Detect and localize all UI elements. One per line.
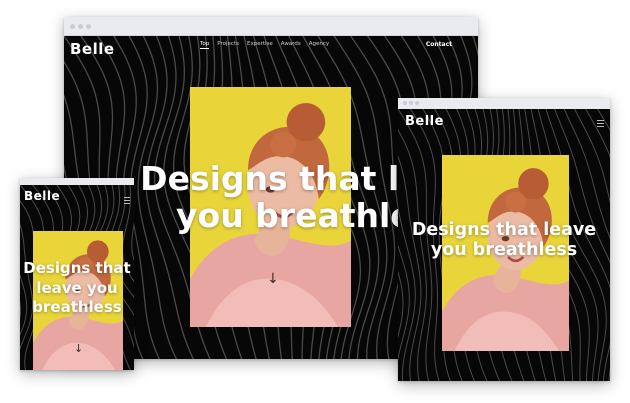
tablet-browser-mockup: Belle Designs that leave you breathless (398, 98, 610, 381)
browser-toolbar (64, 17, 478, 36)
window-dot (70, 24, 75, 29)
mobile-screen: Belle Designs that leave you breathless … (20, 185, 134, 370)
window-dot (415, 101, 419, 105)
nav-item-projects[interactable]: Projects (217, 41, 239, 47)
hero-headline: Designs that leave you breathless (398, 220, 610, 260)
headline-line-2: you breathless (430, 239, 578, 260)
main-nav: Top Projects Expertise Awards Agency (200, 41, 329, 49)
mobile-browser-mockup: Belle Designs that leave you breathless … (20, 178, 134, 370)
portrait-hair-bun-small (505, 191, 526, 213)
headline-line-1: Designs that leave (411, 220, 597, 240)
scroll-down-arrow-icon[interactable]: ↓ (267, 272, 279, 286)
hero-headline: Designs that leave you breathless (20, 259, 134, 318)
nav-item-agency[interactable]: Agency (309, 41, 329, 47)
window-dot (403, 101, 407, 105)
site-logo[interactable]: Belle (24, 189, 60, 203)
tablet-screen: Belle Designs that leave you breathless (398, 109, 610, 381)
headline-line-2: leave you (36, 278, 118, 297)
window-dot (409, 101, 413, 105)
portrait-hair-bun-small (270, 131, 297, 158)
window-dot (78, 24, 83, 29)
nav-item-expertise[interactable]: Expertise (247, 41, 273, 47)
nav-contact-link[interactable]: Contact (426, 41, 452, 48)
nav-item-awards[interactable]: Awards (281, 41, 301, 47)
headline-line-1: Designs that (23, 259, 131, 277)
menu-icon[interactable] (124, 197, 130, 206)
nav-item-top[interactable]: Top (200, 41, 210, 49)
menu-icon[interactable] (597, 120, 604, 129)
window-dot (86, 24, 91, 29)
scroll-down-arrow-icon[interactable]: ↓ (74, 343, 83, 354)
site-logo[interactable]: Belle (405, 114, 444, 129)
site-logo[interactable]: Belle (70, 40, 115, 58)
headline-line-3: breathless (32, 298, 122, 316)
